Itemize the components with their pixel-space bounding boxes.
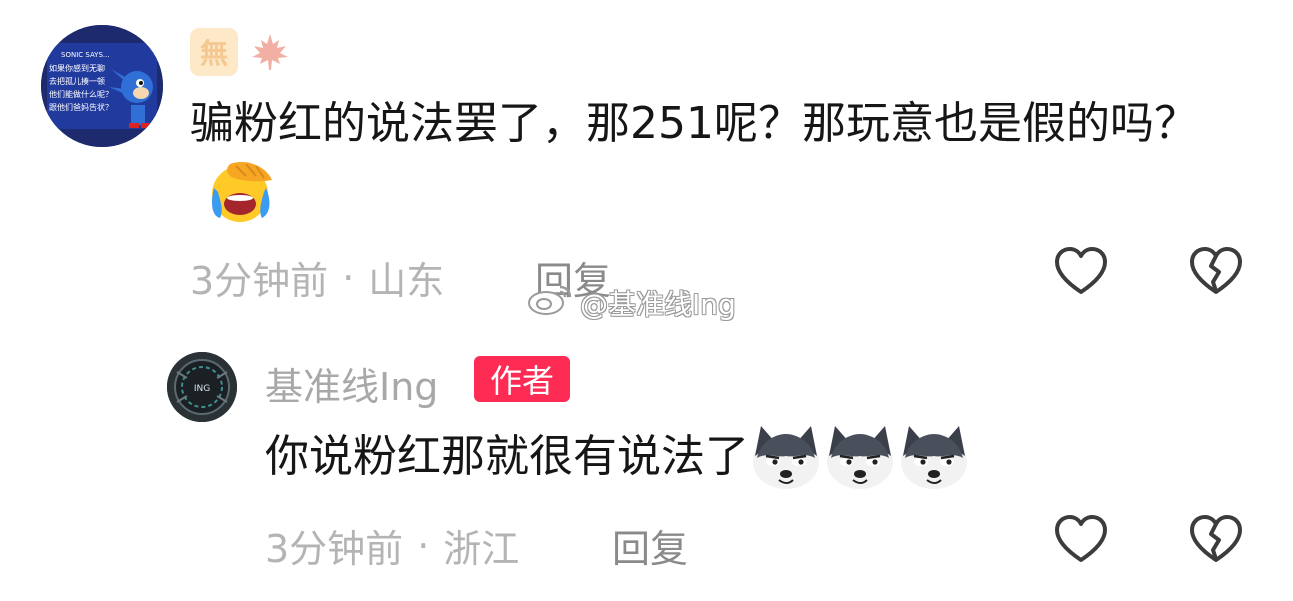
comment-thread: SONIC SAYS... 如果你感到无聊 去把孤儿揍一顿 他们能做什么呢？ 跟… <box>0 0 1293 601</box>
heart-outline-icon[interactable] <box>1053 512 1109 568</box>
avatar-caption-3: 去把孤儿揍一顿 <box>49 76 105 86</box>
reply-button[interactable]: 回复 <box>612 518 688 573</box>
husky-emoji <box>749 422 823 492</box>
comment-text: 骗粉红的说法罢了，那251呢？那玩意也是假的吗？ <box>190 90 1255 246</box>
reply-text: 你说粉红那就很有说法了 <box>265 422 971 492</box>
broken-heart-icon[interactable] <box>1188 512 1244 568</box>
wu-badge: 無 <box>190 28 238 76</box>
user-badges: 無 <box>190 26 294 78</box>
author-tag: 作者 <box>474 356 570 402</box>
husky-emoji <box>823 422 897 492</box>
author-avatar[interactable]: ING <box>167 352 237 422</box>
comment-location: 山东 <box>368 259 445 303</box>
maple-leaf-icon <box>246 28 294 76</box>
author-username[interactable]: 基准线Ing <box>265 356 438 411</box>
avatar-caption-5: 跟他们爸妈告状？ <box>49 102 113 112</box>
avatar-caption-4: 他们能做什么呢？ <box>49 89 113 99</box>
reply-time: 3分钟前 <box>265 527 404 571</box>
watermark: @基准线Ing <box>526 281 736 324</box>
husky-emoji <box>897 422 971 492</box>
meta-separator: · <box>342 255 355 300</box>
weibo-icon <box>526 281 574 324</box>
meta-separator: · <box>417 523 430 568</box>
heart-outline-icon[interactable] <box>1053 244 1109 300</box>
comment-body: 骗粉红的说法罢了，那251呢？那玩意也是假的吗？ <box>190 98 1198 149</box>
comment-time: 3分钟前 <box>190 259 329 303</box>
reply-meta: 3分钟前 · 浙江 <box>265 518 519 573</box>
broken-heart-icon[interactable] <box>1188 244 1244 300</box>
comment-meta: 3分钟前 · 山东 <box>190 250 444 305</box>
facepalm-laugh-emoji <box>206 158 278 246</box>
watermark-text: @基准线Ing <box>580 287 736 321</box>
commenter-avatar[interactable]: SONIC SAYS... 如果你感到无聊 去把孤儿揍一顿 他们能做什么呢？ 跟… <box>41 25 163 147</box>
avatar-label: ING <box>194 384 210 394</box>
reply-location: 浙江 <box>443 527 520 571</box>
avatar-caption-1: SONIC SAYS... <box>61 51 110 59</box>
avatar-caption-2: 如果你感到无聊 <box>49 63 105 73</box>
reply-body: 你说粉红那就很有说法了 <box>265 431 749 482</box>
